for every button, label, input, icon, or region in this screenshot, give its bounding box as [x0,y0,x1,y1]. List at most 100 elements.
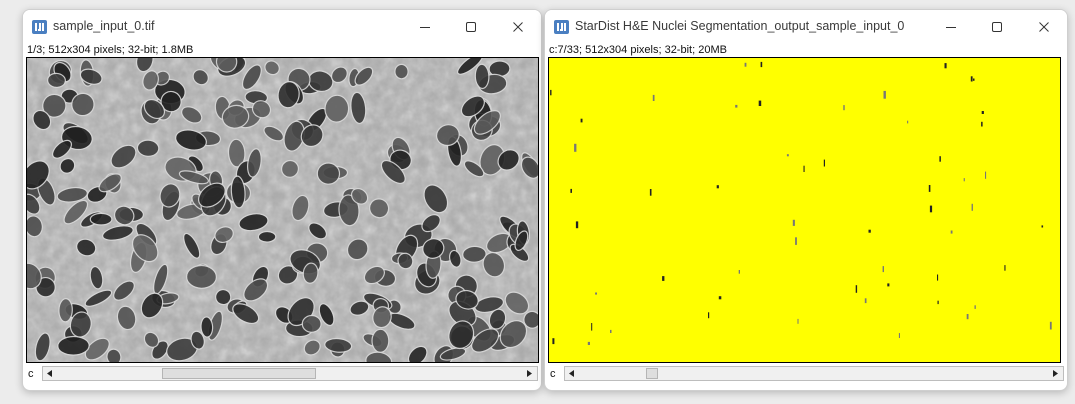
boundary-speck [803,165,805,172]
boundary-speck [823,159,825,167]
boundary-speck [575,221,579,229]
boundary-speck [974,305,976,309]
image-canvas[interactable] [26,57,539,363]
scroll-right-button[interactable] [523,367,537,380]
boundary-speck [795,237,797,245]
image-info: c:7/33; 512x304 pixels; 32-bit; 20MB [549,44,727,56]
minimize-button[interactable] [928,10,974,43]
boundary-speck [971,203,973,211]
scrollbar-thumb[interactable] [162,368,316,379]
minimize-icon [420,26,430,28]
image-window-output[interactable]: StarDist H&E Nuclei Segmentation_output_… [544,9,1068,391]
boundary-speck [907,120,909,124]
channel-slider-row[interactable]: c [548,366,1064,383]
arrow-right-icon [527,370,532,377]
nucleus [394,63,409,80]
nucleus [89,212,113,226]
boundary-speck [595,292,597,295]
boundary-speck [887,283,890,287]
maximize-button[interactable] [974,10,1020,43]
boundary-speck [662,276,665,281]
segmentation-image[interactable] [549,58,1060,362]
boundary-speck [937,274,939,281]
scroll-left-button[interactable] [43,367,57,380]
image-info: 1/3; 512x304 pixels; 32-bit; 1.8MB [27,44,194,56]
channel-slider-row[interactable]: c [26,366,538,383]
nucleus [186,264,217,289]
maximize-icon [992,21,1002,32]
window-title: StarDist H&E Nuclei Segmentation_output_… [575,19,905,33]
yellow-background [549,58,1060,362]
image-window-input[interactable]: sample_input_0.tif 1/3; 512x304 pixels; … [22,9,542,391]
boundary-speck [963,178,965,182]
boundary-speck [744,62,747,67]
boundary-speck [883,90,886,99]
boundary-speck [591,323,593,331]
boundary-speck [981,121,983,127]
boundary-speck [652,94,655,101]
window-title: sample_input_0.tif [53,19,155,33]
close-button[interactable] [495,10,541,43]
arrow-right-icon [1053,370,1058,377]
boundary-speck [574,143,577,152]
boundary-speck [649,189,652,196]
scroll-left-button[interactable] [565,367,579,380]
boundary-speck [797,318,799,324]
boundary-speck [985,171,987,179]
arrow-left-icon [569,370,574,377]
image-canvas[interactable] [548,57,1061,363]
boundary-speck [1049,321,1052,330]
channel-scrollbar[interactable] [564,366,1064,381]
channel-scrollbar[interactable] [42,366,538,381]
nucleus [371,328,390,353]
boundary-speck [843,105,845,111]
boundary-speck [786,154,789,157]
channel-label: c [550,368,556,380]
scrollbar-thumb[interactable] [646,368,658,379]
boundary-speck [708,312,710,319]
nucleus [57,335,90,356]
boundary-speck [1041,225,1044,228]
boundary-speck [580,118,583,123]
boundary-speck [970,76,973,82]
boundary-speck [937,300,939,305]
imagej-icon [554,20,569,34]
boundary-speck [929,205,933,213]
boundary-speck [758,100,762,106]
tissue-image[interactable] [27,58,538,362]
close-button[interactable] [1021,10,1067,43]
boundary-speck [882,266,884,273]
boundary-speck [570,188,572,193]
channel-label: c [28,368,34,380]
maximize-icon [466,21,476,32]
nucleus [136,139,160,157]
scroll-right-button[interactable] [1049,367,1063,380]
boundary-speck [550,89,552,96]
boundary-speck [939,156,941,162]
boundary-speck [718,296,722,300]
boundary-speck [868,229,871,233]
boundary-speck [1004,265,1006,271]
nucleus [47,72,66,89]
title-bar[interactable]: StarDist H&E Nuclei Segmentation_output_… [545,10,1067,43]
boundary-speck [966,314,969,320]
boundary-speck [587,341,590,345]
title-bar[interactable]: sample_input_0.tif [23,10,541,43]
maximize-button[interactable] [448,10,494,43]
minimize-button[interactable] [402,10,448,43]
nucleus [58,298,73,323]
imagej-icon [32,20,47,34]
boundary-speck [898,333,900,338]
minimize-icon [946,26,956,28]
arrow-left-icon [47,370,52,377]
boundary-speck [950,230,953,234]
boundary-speck [735,104,738,108]
boundary-speck [610,329,612,333]
boundary-speck [864,298,867,304]
nucleus [301,314,322,333]
boundary-speck [928,185,931,192]
boundary-speck [855,285,858,293]
boundary-speck [944,63,947,69]
boundary-speck [792,219,795,226]
boundary-speck [738,270,740,274]
